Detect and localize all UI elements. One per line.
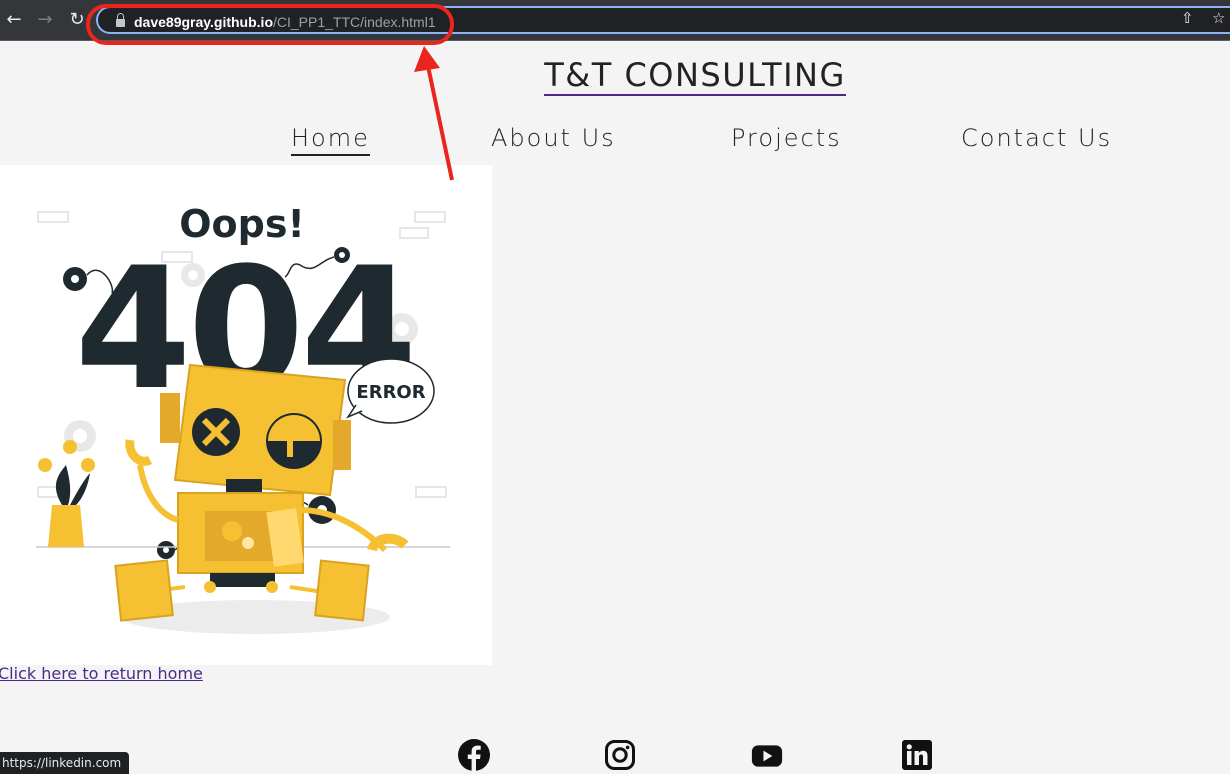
main-nav: Home About Us Projects Contact Us — [0, 124, 1230, 164]
url-path: /CI_PP1_TTC/index.html1 — [273, 14, 436, 30]
site-title-text[interactable]: T&T CONSULTING — [544, 56, 846, 96]
lock-icon[interactable] — [116, 13, 125, 27]
facebook-icon[interactable] — [458, 739, 490, 771]
browser-toolbar: ← → ↻ dave89gray.github.io/CI_PP1_TTC/in… — [0, 0, 1230, 41]
nav-contact-us[interactable]: Contact Us — [961, 124, 1112, 152]
back-arrow-icon[interactable]: ← — [3, 9, 25, 31]
share-icon[interactable]: ⇧ — [1181, 9, 1194, 27]
nav-projects[interactable]: Projects — [731, 124, 842, 152]
instagram-icon[interactable] — [604, 739, 636, 771]
address-bar[interactable]: dave89gray.github.io/CI_PP1_TTC/index.ht… — [96, 6, 1230, 34]
linkedin-icon[interactable] — [901, 739, 933, 771]
nav-about-us[interactable]: About Us — [491, 124, 616, 152]
url-host: dave89gray.github.io — [134, 14, 273, 30]
nav-home[interactable]: Home — [291, 124, 370, 156]
error-bubble-text: ERROR — [356, 382, 425, 403]
robot-404-graphic: Oops! 404 ERROR — [36, 202, 450, 634]
error-404-illustration: Oops! 404 ERROR — [0, 165, 492, 665]
youtube-icon[interactable] — [751, 740, 783, 772]
reload-icon[interactable]: ↻ — [66, 9, 88, 31]
bookmark-star-icon[interactable]: ☆ — [1212, 9, 1225, 27]
site-title[interactable]: T&T CONSULTING — [0, 56, 1230, 96]
status-bar-url: https://linkedin.com — [0, 752, 130, 774]
return-home-link[interactable]: Click here to return home — [0, 664, 203, 683]
forward-arrow-icon[interactable]: → — [34, 9, 56, 31]
url-text[interactable]: dave89gray.github.io/CI_PP1_TTC/index.ht… — [134, 14, 436, 30]
